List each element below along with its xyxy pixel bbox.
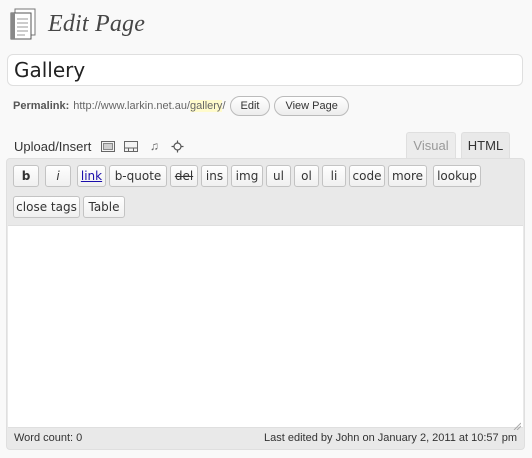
qt-link-button[interactable]: link bbox=[77, 165, 106, 187]
content-textarea[interactable] bbox=[8, 225, 523, 431]
upload-insert-label: Upload/Insert bbox=[14, 138, 92, 154]
audio-upload-icon[interactable]: ♫ bbox=[145, 138, 163, 154]
editor-container: b i link b-quote del ins img ul ol li co… bbox=[6, 158, 525, 450]
permalink-label: Permalink: bbox=[13, 100, 70, 112]
last-edited: Last edited by John on January 2, 2011 a… bbox=[264, 432, 517, 444]
qt-italic-button[interactable]: i bbox=[45, 165, 71, 187]
qt-ul-button[interactable]: ul bbox=[266, 165, 291, 187]
image-upload-icon[interactable] bbox=[99, 138, 117, 154]
qt-img-button[interactable]: img bbox=[231, 165, 263, 187]
tab-html[interactable]: HTML bbox=[461, 132, 510, 160]
qt-close-tags-button[interactable]: close tags bbox=[13, 196, 80, 218]
qt-code-button[interactable]: code bbox=[349, 165, 385, 187]
resize-grip-icon[interactable] bbox=[513, 417, 522, 431]
tab-visual[interactable]: Visual bbox=[406, 132, 456, 159]
permalink-url-base: http://www.larkin.net.au/ bbox=[73, 100, 191, 112]
qt-del-button[interactable]: del bbox=[170, 165, 198, 187]
permalink-row: Permalink: http://www.larkin.net.au/gall… bbox=[13, 96, 349, 116]
qt-ins-button[interactable]: ins bbox=[201, 165, 228, 187]
qt-bold-button[interactable]: b bbox=[13, 165, 39, 187]
word-count: Word count: 0 bbox=[14, 432, 83, 444]
video-upload-icon[interactable] bbox=[122, 138, 140, 154]
qt-ol-button[interactable]: ol bbox=[294, 165, 319, 187]
editor-status-bar: Word count: 0 Last edited by John on Jan… bbox=[7, 427, 524, 449]
qt-lookup-button[interactable]: lookup bbox=[433, 165, 481, 187]
media-upload-icon[interactable] bbox=[168, 138, 186, 154]
qt-table-button[interactable]: Table bbox=[83, 196, 125, 218]
qt-more-button[interactable]: more bbox=[388, 165, 427, 187]
permalink-slug[interactable]: gallery bbox=[190, 100, 223, 112]
edit-permalink-button[interactable]: Edit bbox=[229, 96, 271, 116]
page-title: Edit Page bbox=[48, 10, 146, 37]
qt-blockquote-button[interactable]: b-quote bbox=[109, 165, 167, 187]
qt-li-button[interactable]: li bbox=[322, 165, 346, 187]
page-icon bbox=[8, 7, 40, 41]
media-buttons: Upload/Insert ♫ bbox=[14, 136, 191, 156]
post-title-input[interactable]: Gallery bbox=[7, 54, 523, 86]
view-page-button[interactable]: View Page bbox=[274, 96, 349, 116]
permalink-trailing: / bbox=[222, 100, 226, 112]
page-header: Edit Page bbox=[8, 4, 145, 44]
